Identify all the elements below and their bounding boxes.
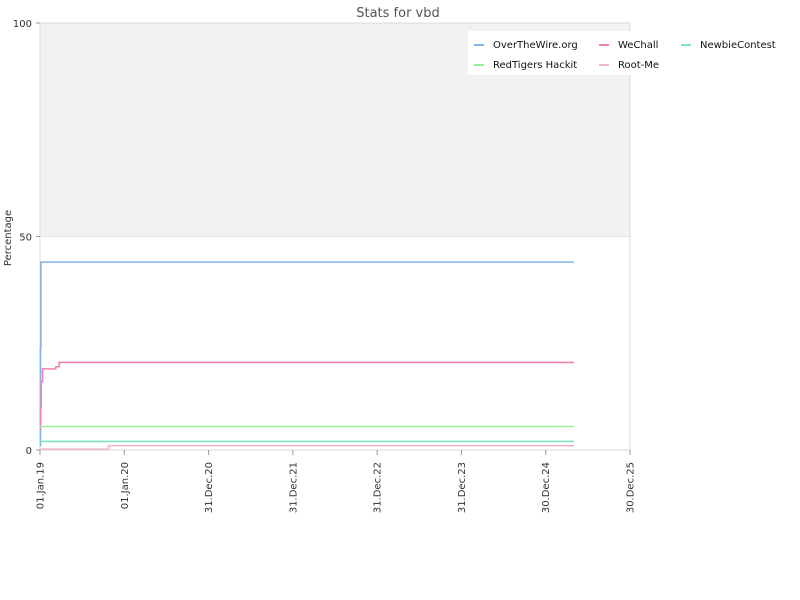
y-tick-label: 0 bbox=[26, 446, 32, 457]
background-band-1 bbox=[40, 236, 630, 450]
chart-canvas: Stats for vbd Percentage 0 50 100 01.Jan.19… bbox=[3, 6, 780, 513]
x-tick-label: 30.Dec.24 bbox=[541, 462, 552, 513]
x-tick-label: 31.Dec.21 bbox=[288, 462, 299, 513]
y-axis-label: Percentage bbox=[3, 210, 14, 266]
x-tick-label: 31.Dec.22 bbox=[373, 462, 384, 513]
legend-label: NewbieContest bbox=[700, 40, 776, 51]
legend: OverTheWire.org WeChall NewbieContest RedTi… bbox=[468, 31, 780, 75]
y-tick-label: 50 bbox=[19, 233, 32, 244]
legend-label: OverTheWire.org bbox=[493, 40, 578, 51]
x-tick-label: 31.Dec.23 bbox=[457, 462, 468, 513]
legend-label: WeChall bbox=[618, 40, 658, 51]
legend-label: RedTigers Hackit bbox=[493, 60, 577, 71]
y-tick-label: 100 bbox=[13, 19, 32, 30]
chart-title: Stats for vbd bbox=[356, 6, 440, 21]
x-tick-label: 01.Jan.20 bbox=[120, 462, 131, 509]
legend-label: Root-Me bbox=[618, 60, 659, 71]
x-tick-label: 30.Dec.25 bbox=[626, 462, 637, 513]
x-tick-label: 01.Jan.19 bbox=[36, 462, 47, 509]
x-tick-label: 31.Dec.20 bbox=[204, 462, 215, 513]
